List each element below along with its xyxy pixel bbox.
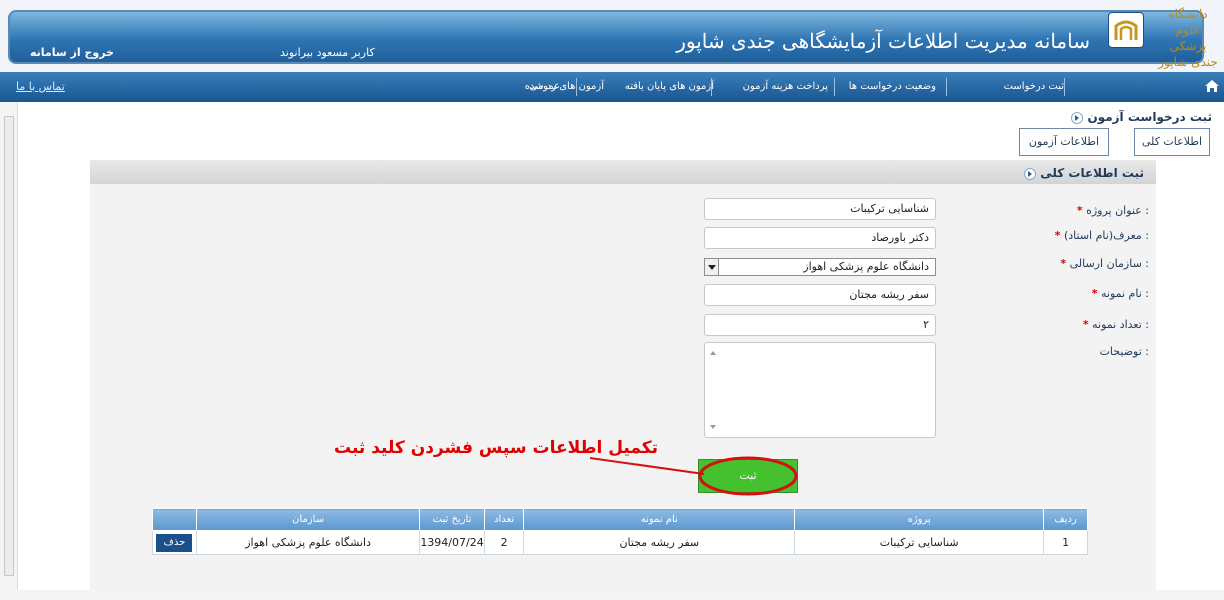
bullet-icon xyxy=(1024,167,1037,180)
home-icon[interactable] xyxy=(1204,78,1220,97)
organization-select[interactable]: دانشگاه علوم پزشکی اهواز xyxy=(704,258,936,276)
nav-item-general[interactable]: عمومی xyxy=(529,81,560,92)
table-header-row: سازمان تاریخ ثبت تعداد نام نمونه پروژه ر… xyxy=(152,508,1088,531)
label-text: معرف(نام استاد) : xyxy=(1063,229,1149,242)
textarea-scrollbar[interactable] xyxy=(707,345,717,435)
table-row: حذف دانشگاه علوم پزشکی اهواز 1394/07/24 … xyxy=(152,530,1088,555)
required-mark: * xyxy=(1091,287,1098,300)
section-title-text: ثبت درخواست آزمون xyxy=(1087,110,1212,124)
table-cell-project: شناسایی ترکیبات xyxy=(794,530,1045,555)
column-header-action xyxy=(152,508,197,531)
nav-separator xyxy=(834,78,835,96)
table-cell-sample-name: سفر ریشه مجتان xyxy=(523,530,796,555)
column-header-date: تاریخ ثبت xyxy=(419,508,485,531)
exit-link[interactable]: خروج از سامانه xyxy=(30,46,114,59)
nav-separator xyxy=(1064,78,1065,96)
bottom-scrollbar[interactable] xyxy=(0,590,1224,600)
label-description: توضیحات : xyxy=(1100,345,1149,358)
nav-item-finished-tests[interactable]: آزمون های پایان یافته xyxy=(625,81,714,92)
nav-item-pay-fee[interactable]: پرداخت هزینه آزمون xyxy=(743,81,828,92)
required-mark: * xyxy=(1060,257,1067,270)
tab-general-info[interactable]: اطلاعات کلی xyxy=(1134,128,1210,156)
column-header-count: تعداد xyxy=(483,508,525,531)
column-header-organization: سازمان xyxy=(195,508,421,531)
table-cell-count: 2 xyxy=(483,530,525,555)
scrollbar-track[interactable] xyxy=(4,116,14,576)
title-bar: خروج از سامانه کاربر مسعود بیرانوند ساما… xyxy=(8,10,1204,64)
label-sample-name: * نام نمونه : xyxy=(1092,287,1149,300)
main-nav: تماس با ما ثبت درخواست وضعیت درخواست ها … xyxy=(0,72,1224,102)
lab-logo-icon xyxy=(1108,12,1144,48)
sample-count-input[interactable]: ۲ xyxy=(704,314,936,336)
submit-button[interactable]: ثبت xyxy=(698,459,798,493)
nav-item-request-status[interactable]: وضعیت درخواست ها xyxy=(849,81,936,92)
contact-link[interactable]: تماس با ما xyxy=(16,80,65,93)
label-organization: * سازمان ارسالی : xyxy=(1060,257,1149,270)
label-sample-count: * تعداد نمونه : xyxy=(1083,318,1149,331)
label-text: توضیحات : xyxy=(1099,345,1149,358)
label-text: نام نمونه : xyxy=(1101,287,1149,300)
annotation-text: تکمیل اطلاعات سپس فشردن کلید ثبت xyxy=(334,438,659,458)
sample-name-input[interactable]: سفر ریشه مجتان xyxy=(704,284,936,306)
delete-button[interactable]: حذف xyxy=(156,533,193,552)
table-cell-organization: دانشگاه علوم پزشکی اهواز xyxy=(195,530,421,555)
section-title: ثبت درخواست آزمون xyxy=(1067,110,1212,124)
table-cell-date: 1394/07/24 xyxy=(419,530,485,555)
form-title: ثبت اطلاعات کلی xyxy=(1020,166,1144,180)
label-text: عنوان پروژه : xyxy=(1086,204,1149,217)
label-text: سازمان ارسالی : xyxy=(1069,257,1149,270)
nav-separator xyxy=(946,78,947,96)
user-label: کاربر مسعود بیرانوند xyxy=(280,46,375,59)
column-header-sample-name: نام نمونه xyxy=(523,508,796,531)
nav-item-submit-request[interactable]: ثبت درخواست xyxy=(1004,81,1064,92)
table-cell-index: 1 xyxy=(1043,530,1088,555)
form-header xyxy=(90,160,1156,184)
tab-test-info[interactable]: اطلاعات آزمون xyxy=(1019,128,1109,156)
scroll-down-icon[interactable] xyxy=(710,425,716,429)
required-mark: * xyxy=(1082,318,1089,331)
form-title-text: ثبت اطلاعات کلی xyxy=(1040,166,1144,180)
bullet-icon xyxy=(1071,111,1084,124)
column-header-project: پروژه xyxy=(794,508,1045,531)
project-title-input[interactable]: شناسایی ترکیبات xyxy=(704,198,936,220)
requests-table: سازمان تاریخ ثبت تعداد نام نمونه پروژه ر… xyxy=(152,508,1088,555)
label-project-title: * عنوان پروژه : xyxy=(1077,204,1149,217)
column-header-index: ردیف xyxy=(1043,508,1088,531)
chevron-down-icon[interactable] xyxy=(705,259,719,275)
scroll-up-icon[interactable] xyxy=(710,351,716,355)
required-mark: * xyxy=(1054,229,1061,242)
nav-separator xyxy=(711,78,712,96)
app-header: خروج از سامانه کاربر مسعود بیرانوند ساما… xyxy=(0,0,1224,85)
label-text: تعداد نمونه : xyxy=(1092,318,1149,331)
label-referrer: * معرف(نام استاد) : xyxy=(1055,229,1149,242)
required-mark: * xyxy=(1076,204,1083,217)
nav-separator xyxy=(576,78,577,96)
table-cell-action: حذف xyxy=(152,530,197,555)
system-title: سامانه مدیریت اطلاعات آزمایشگاهی جندی شا… xyxy=(676,29,1090,53)
referrer-input[interactable]: دکتر باورصاد xyxy=(704,227,936,249)
left-scrollbar[interactable] xyxy=(0,102,18,600)
description-textarea[interactable] xyxy=(704,342,936,438)
